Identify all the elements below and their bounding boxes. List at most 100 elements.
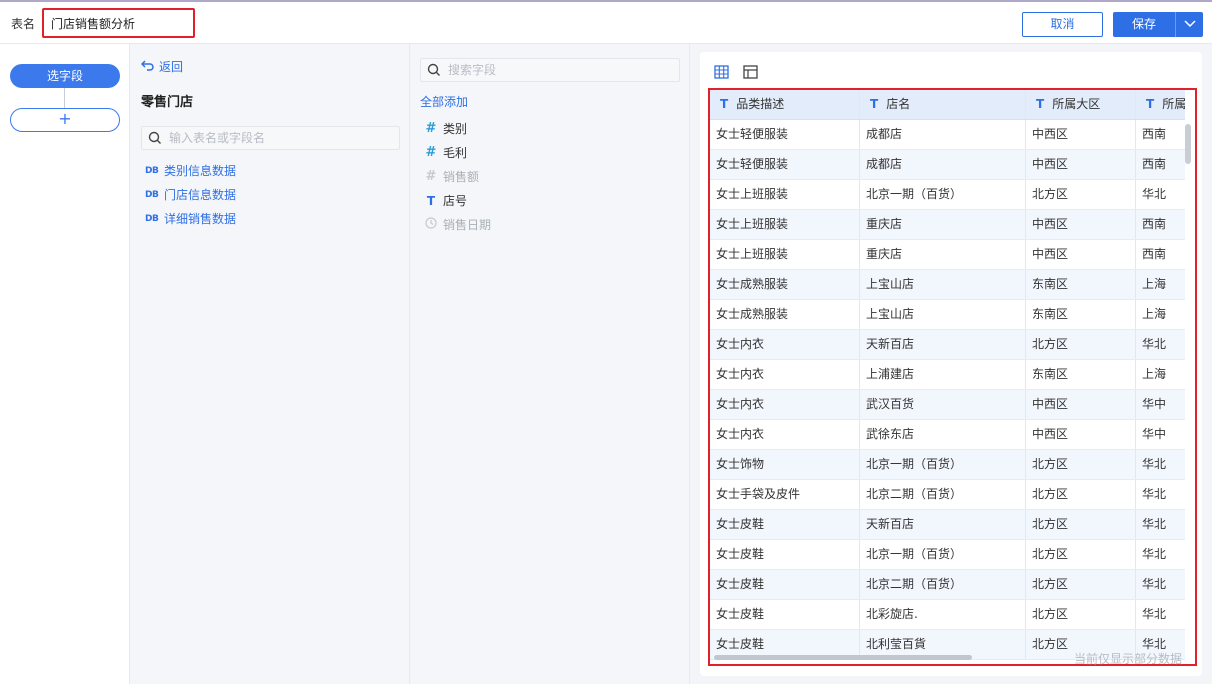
table-view-icon[interactable] — [714, 65, 729, 82]
vertical-scrollbar[interactable] — [1185, 124, 1191, 164]
table-cell: 上浦建店 — [860, 360, 1026, 389]
column-header[interactable]: T 品类描述 — [710, 90, 860, 119]
save-button[interactable]: 保存 — [1113, 12, 1203, 37]
save-button-label: 保存 — [1131, 17, 1156, 31]
table-cell: 华中 — [1136, 420, 1185, 449]
table-cell: 北方区 — [1026, 330, 1136, 359]
table-cell: 重庆店 — [860, 240, 1026, 269]
field-item[interactable]: # 销售额 — [425, 168, 479, 185]
field-search-placeholder: 搜索字段 — [448, 63, 497, 77]
table-cell: 女士轻便服装 — [710, 120, 860, 149]
table-item-label: 门店信息数据 — [164, 188, 237, 202]
table-name-input[interactable] — [42, 8, 195, 38]
table-cell: 华北 — [1136, 450, 1185, 479]
table-cell: 华中 — [1136, 390, 1185, 419]
cancel-button[interactable]: 取消 — [1022, 12, 1103, 37]
table-cell: 北方区 — [1026, 570, 1136, 599]
table-cell: 中西区 — [1026, 240, 1136, 269]
table-row: 女士上班服装 重庆店 中西区 西南 — [710, 240, 1185, 270]
add-step-button[interactable]: + — [10, 108, 120, 132]
table-item[interactable]: DB 门店信息数据 — [145, 186, 236, 203]
back-button[interactable]: 返回 — [140, 58, 184, 75]
table-cell: 北京二期（百货） — [860, 570, 1026, 599]
table-row: 女士皮鞋 北京一期（百货） 北方区 华北 — [710, 540, 1185, 570]
column-header[interactable]: T 店名 — [860, 90, 1026, 119]
table-row: 女士轻便服装 成都店 中西区 西南 — [710, 120, 1185, 150]
clock-icon — [425, 216, 437, 233]
chevron-down-icon[interactable] — [1183, 18, 1197, 33]
field-item[interactable]: # 毛利 — [425, 144, 467, 161]
table-cell: 武徐东店 — [860, 420, 1026, 449]
table-item-label: 类别信息数据 — [164, 164, 237, 178]
column-header[interactable]: T 所属 — [1136, 90, 1185, 119]
table-cell: 上宝山店 — [860, 300, 1026, 329]
text-type-icon: T — [1036, 97, 1045, 111]
text-field-icon: T — [426, 193, 436, 208]
column-header[interactable]: T 所属大区 — [1026, 90, 1136, 119]
save-button-divider — [1175, 12, 1176, 37]
table-cell: 天新百店 — [860, 330, 1026, 359]
table-cell: 北方区 — [1026, 540, 1136, 569]
database-icon: DB — [145, 213, 159, 224]
field-search-input[interactable]: 搜索字段 — [420, 58, 680, 82]
table-cell: 女士皮鞋 — [710, 570, 860, 599]
table-cell: 上海 — [1136, 360, 1185, 389]
table-cell: 成都店 — [860, 150, 1026, 179]
table-cell: 上宝山店 — [860, 270, 1026, 299]
text-type-icon: T — [720, 97, 729, 111]
column-header-label: 店名 — [886, 97, 911, 111]
table-cell: 西南 — [1136, 120, 1185, 149]
table-cell: 中西区 — [1026, 390, 1136, 419]
table-cell: 中西区 — [1026, 420, 1136, 449]
fields-panel: 搜索字段 全部添加 # 类别 # 毛利 # 销售额 T 店号 销售日期 — [411, 44, 690, 684]
table-cell: 华北 — [1136, 540, 1185, 569]
table-cell: 华北 — [1136, 180, 1185, 209]
table-cell: 北方区 — [1026, 510, 1136, 539]
table-cell: 女士内衣 — [710, 330, 860, 359]
table-cell: 西南 — [1136, 210, 1185, 239]
field-item[interactable]: T 店号 — [425, 192, 467, 209]
table-row: 女士成熟服装 上宝山店 东南区 上海 — [710, 270, 1185, 300]
table-cell: 女士内衣 — [710, 420, 860, 449]
table-item[interactable]: DB 类别信息数据 — [145, 162, 236, 179]
select-fields-step[interactable]: 选字段 — [10, 64, 120, 88]
partial-data-note: 当前仅显示部分数据 — [1074, 652, 1183, 666]
table-cell: 华北 — [1136, 570, 1185, 599]
table-row: 女士手袋及皮件 北京二期（百货） 北方区 华北 — [710, 480, 1185, 510]
table-cell: 北方区 — [1026, 480, 1136, 509]
step-connector — [64, 88, 65, 108]
search-icon — [148, 131, 162, 148]
table-cell: 北方区 — [1026, 600, 1136, 629]
add-all-button[interactable]: 全部添加 — [420, 93, 468, 110]
table-item[interactable]: DB 详细销售数据 — [145, 210, 236, 227]
table-cell: 西南 — [1136, 240, 1185, 269]
table-cell: 中西区 — [1026, 210, 1136, 239]
table-cell: 女士内衣 — [710, 390, 860, 419]
field-item[interactable]: # 类别 — [425, 120, 467, 137]
table-cell: 女士皮鞋 — [710, 540, 860, 569]
table-cell: 北京二期（百货） — [860, 480, 1026, 509]
table-cell: 女士内衣 — [710, 360, 860, 389]
steps-panel: 选字段 + — [0, 44, 130, 684]
field-item[interactable]: 销售日期 — [425, 216, 491, 233]
table-cell: 中西区 — [1026, 120, 1136, 149]
field-item-label: 店号 — [443, 194, 468, 208]
data-preview-grid: T 品类描述 T 店名 T 所属大区 T 所属 女士轻便服装 成都店 中西区 西南 女士… — [708, 88, 1197, 666]
horizontal-scrollbar[interactable] — [714, 655, 972, 660]
table-header-row: T 品类描述 T 店名 T 所属大区 T 所属 — [710, 90, 1185, 120]
column-header-label: 所属大区 — [1052, 97, 1101, 111]
table-cell: 华北 — [1136, 480, 1185, 509]
column-header-label: 所属 — [1162, 97, 1185, 111]
table-cell: 成都店 — [860, 120, 1026, 149]
back-label: 返回 — [159, 60, 184, 74]
table-cell: 女士轻便服装 — [710, 150, 860, 179]
search-icon — [427, 63, 441, 80]
table-row: 女士内衣 天新百店 北方区 华北 — [710, 330, 1185, 360]
table-cell: 东南区 — [1026, 300, 1136, 329]
field-item-label: 销售额 — [443, 170, 480, 184]
layout-view-icon[interactable] — [743, 65, 758, 82]
table-search-input[interactable]: 输入表名或字段名 — [141, 126, 400, 150]
table-cell: 北京一期（百货） — [860, 450, 1026, 479]
table-row: 女士内衣 武徐东店 中西区 华中 — [710, 420, 1185, 450]
table-cell: 女士手袋及皮件 — [710, 480, 860, 509]
